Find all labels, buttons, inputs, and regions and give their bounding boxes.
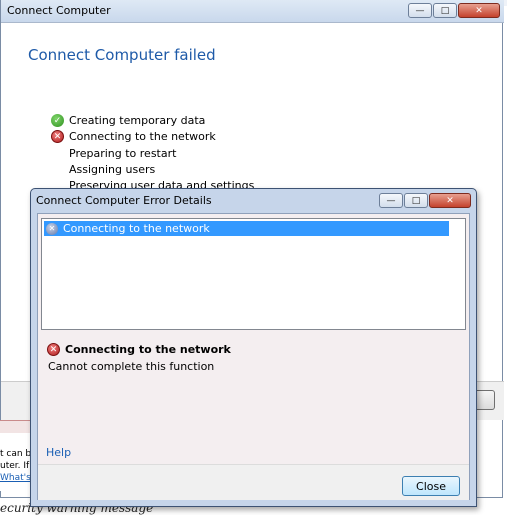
- close-button[interactable]: Close: [402, 476, 460, 496]
- error-detail-header: ✕ Connecting to the network: [47, 343, 231, 356]
- dialog-minimize-button[interactable]: —: [379, 193, 403, 208]
- check-icon: ✓: [51, 114, 64, 127]
- main-titlebar: Connect Computer — □ ✕: [1, 0, 504, 23]
- dialog-button-bar: Close: [38, 464, 469, 500]
- error-x-icon: ✕: [51, 130, 64, 143]
- minimize-icon: —: [415, 5, 425, 16]
- step-label: Preparing to restart: [69, 147, 177, 160]
- close-icon: ✕: [475, 5, 483, 16]
- step-item: Assigning users: [69, 163, 155, 176]
- dialog-close-button[interactable]: ✕: [429, 193, 471, 208]
- error-detail-title: Connecting to the network: [65, 343, 231, 356]
- error-x-icon: ✕: [47, 343, 60, 356]
- main-window-title: Connect Computer: [7, 4, 111, 17]
- error-x-icon: ✕: [46, 222, 58, 235]
- page-title: Connect Computer failed: [28, 46, 216, 64]
- close-icon: ✕: [446, 195, 454, 206]
- error-list[interactable]: ✕ Connecting to the network: [41, 218, 466, 330]
- minimize-button[interactable]: —: [408, 3, 432, 18]
- list-item[interactable]: ✕ Connecting to the network: [44, 221, 449, 236]
- step-item: ✓ Creating temporary data: [51, 114, 205, 127]
- maximize-icon: □: [411, 195, 421, 206]
- step-item: ✕ Connecting to the network: [51, 130, 216, 143]
- dialog-title: Connect Computer Error Details: [36, 194, 212, 207]
- close-window-button[interactable]: ✕: [458, 3, 500, 18]
- help-link[interactable]: Help: [46, 446, 71, 459]
- minimize-icon: —: [386, 195, 396, 206]
- step-label: Assigning users: [69, 163, 156, 176]
- error-detail-message: Cannot complete this function: [48, 360, 215, 373]
- step-label: Connecting to the network: [69, 130, 216, 143]
- step-label: Creating temporary data: [69, 114, 206, 127]
- dialog-client-area: ✕ Connecting to the network ✕ Connecting…: [37, 213, 470, 500]
- maximize-icon: □: [440, 5, 450, 16]
- list-item-label: Connecting to the network: [63, 222, 210, 235]
- error-details-dialog: Connect Computer Error Details — □ ✕ ✕ C…: [30, 188, 477, 507]
- dialog-titlebar: Connect Computer Error Details — □ ✕: [31, 189, 476, 213]
- main-window-button[interactable]: [474, 390, 495, 410]
- step-item: Preparing to restart: [69, 147, 176, 160]
- maximize-button[interactable]: □: [433, 3, 457, 18]
- dialog-maximize-button[interactable]: □: [404, 193, 428, 208]
